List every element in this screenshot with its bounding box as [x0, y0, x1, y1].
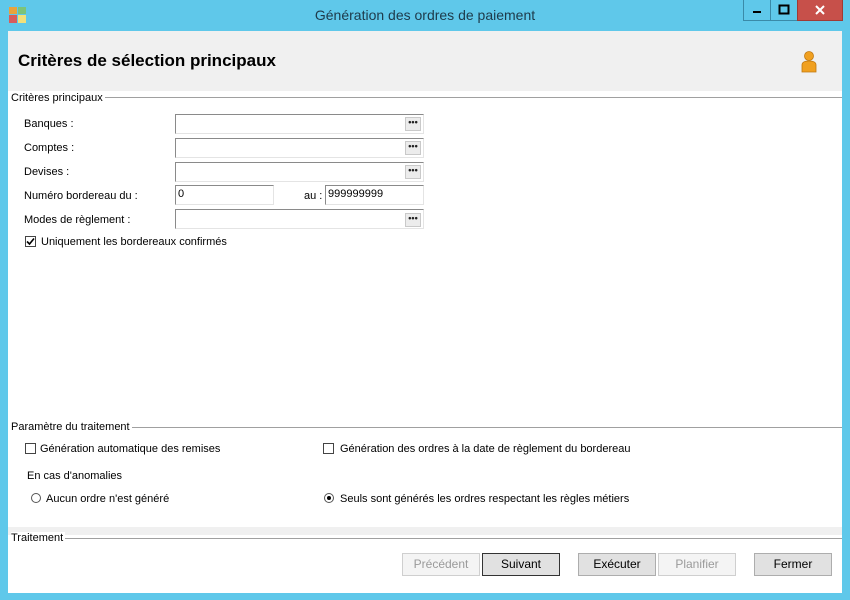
comptes-ellipsis-button[interactable]: •••: [405, 141, 421, 155]
devises-label: Devises :: [24, 166, 70, 178]
params-group-line: [126, 427, 842, 428]
anomalies-label: En cas d'anomalies: [27, 470, 123, 482]
numero-bordereau-label: Numéro bordereau du :: [24, 190, 138, 202]
window-title: Génération des ordres de paiement: [314, 7, 536, 23]
radio-regles-metiers-label[interactable]: Seuls sont générés les ordres respectant…: [340, 493, 629, 505]
close-button[interactable]: [797, 0, 843, 21]
numero-from-field[interactable]: 0: [175, 185, 274, 205]
title-bar[interactable]: Génération des ordres de paiement: [0, 0, 850, 30]
date-reglement-checkbox[interactable]: [323, 443, 334, 454]
numero-to-field[interactable]: 999999999: [325, 185, 424, 205]
comptes-field[interactable]: [175, 138, 424, 158]
modes-reglement-label: Modes de règlement :: [24, 214, 131, 226]
criteria-group-line: [100, 97, 842, 98]
auto-remises-label[interactable]: Génération automatique des remises: [40, 443, 220, 455]
separator-band: [8, 527, 842, 535]
application-window: Génération des ordres de paiement Critèr…: [0, 0, 850, 600]
minimize-button[interactable]: [743, 0, 771, 21]
banques-field[interactable]: [175, 114, 424, 134]
banques-label: Banques :: [24, 118, 74, 130]
traitement-group-line: [64, 538, 842, 539]
maximize-icon: [778, 4, 790, 15]
banques-ellipsis-button[interactable]: •••: [405, 117, 421, 131]
au-label: au :: [304, 190, 323, 202]
user-icon: [801, 51, 817, 73]
radio-regles-metiers[interactable]: [324, 493, 334, 503]
precedent-button[interactable]: Précédent: [402, 553, 480, 576]
auto-remises-checkbox[interactable]: [25, 443, 36, 454]
page-title: Critères de sélection principaux: [18, 51, 276, 70]
traitement-group-label: Traitement: [11, 532, 66, 544]
devises-field[interactable]: [175, 162, 424, 182]
maximize-button[interactable]: [770, 0, 798, 21]
suivant-button[interactable]: Suivant: [482, 553, 560, 576]
modes-reglement-ellipsis-button[interactable]: •••: [405, 213, 421, 227]
minimize-icon: [753, 11, 761, 13]
executer-button[interactable]: Exécuter: [578, 553, 656, 576]
client-area: Critères de sélection principaux Critère…: [8, 31, 842, 593]
header-band: Critères de sélection principaux: [8, 31, 842, 91]
radio-aucun-ordre-label[interactable]: Aucun ordre n'est généré: [46, 493, 169, 505]
criteria-group-label: Critères principaux: [11, 92, 105, 104]
close-icon: [815, 5, 825, 15]
devises-ellipsis-button[interactable]: •••: [405, 165, 421, 179]
radio-aucun-ordre[interactable]: [31, 493, 41, 503]
planifier-button[interactable]: Planifier: [658, 553, 736, 576]
date-reglement-label[interactable]: Génération des ordres à la date de règle…: [340, 443, 630, 455]
confirmed-checkbox[interactable]: [25, 236, 36, 247]
checkmark-icon: [26, 237, 35, 246]
fermer-button[interactable]: Fermer: [754, 553, 832, 576]
comptes-label: Comptes :: [24, 142, 75, 154]
params-group-label: Paramètre du traitement: [11, 421, 132, 433]
modes-reglement-field[interactable]: [175, 209, 424, 229]
confirmed-checkbox-label[interactable]: Uniquement les bordereaux confirmés: [41, 236, 227, 248]
